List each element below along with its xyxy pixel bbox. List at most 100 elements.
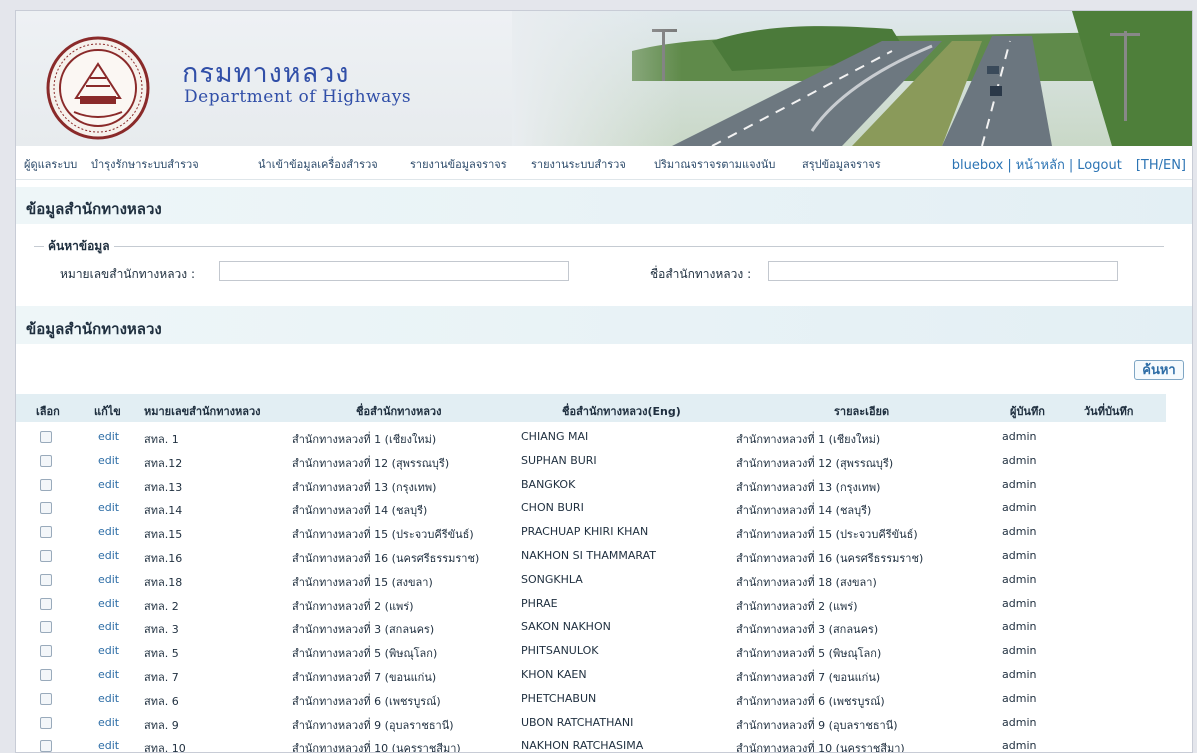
office-code-cell: สทล. 9	[144, 718, 179, 732]
office-code-cell: สทล. 2	[144, 599, 179, 613]
office-name-en-cell: UBON RATCHATHANI	[521, 715, 634, 729]
row-select-checkbox[interactable]	[40, 478, 52, 491]
office-code-cell: สทล.14	[144, 504, 183, 518]
detail-cell: สำนักทางหลวงที่ 16 (นครศรีธรรมราช)	[736, 552, 924, 565]
nav-item-admin[interactable]: ผู้ดูแลระบบ	[24, 155, 77, 173]
table-row: edit สทล.12 สำนักทางหลวงที่ 12 (สุพรรณบุรี…	[16, 449, 1166, 472]
office-name-cell: สำนักทางหลวงที่ 1 (เชียงใหม่)	[292, 433, 437, 446]
row-select-checkbox[interactable]	[40, 597, 52, 610]
recorder-cell: admin	[1002, 572, 1037, 586]
office-name-en-cell: PHITSANULOK	[521, 644, 599, 658]
table-row: edit สทล.15 สำนักทางหลวงที่ 15 (ประจวบคีรี…	[16, 520, 1166, 543]
detail-cell: สำนักทางหลวงที่ 18 (สงขลา)	[736, 575, 877, 589]
logout-link[interactable]: Logout	[1077, 158, 1122, 173]
edit-link[interactable]: edit	[98, 644, 119, 657]
user-links: bluebox | หน้าหลัก | Logout [TH/EN]	[952, 154, 1186, 175]
detail-cell: สำนักทางหลวงที่ 12 (สุพรรณบุรี)	[736, 456, 894, 470]
table-row: edit สทล. 6 สำนักทางหลวงที่ 6 (เพชรบูรณ์) P…	[16, 687, 1166, 710]
recorder-cell: admin	[1002, 525, 1037, 539]
table-row: edit สทล. 9 สำนักทางหลวงที่ 9 (อุบลราชธานี…	[16, 711, 1166, 734]
table-row: edit สทล. 7 สำนักทางหลวงที่ 7 (ขอนแก่น) KHO…	[16, 663, 1166, 686]
office-name-cell: สำนักทางหลวงที่ 3 (สกลนคร)	[292, 623, 435, 637]
edit-link[interactable]: edit	[98, 549, 119, 562]
office-name-en-cell: PRACHUAP KHIRI KHAN	[521, 525, 649, 539]
list-section-header: ข้อมูลสำนักทางหลวง	[16, 306, 1192, 344]
row-select-checkbox[interactable]	[40, 573, 52, 586]
row-select-checkbox[interactable]	[40, 502, 52, 515]
office-name-cell: สำนักทางหลวงที่ 15 (ประจวบคีรีขันธ์)	[292, 528, 474, 542]
office-name-cell: สำนักทางหลวงที่ 12 (สุพรรณบุรี)	[292, 456, 450, 470]
office-code-input[interactable]	[219, 261, 569, 281]
edit-link[interactable]: edit	[98, 525, 119, 538]
brand-title-english: Department of Highways	[184, 87, 412, 107]
edit-link[interactable]: edit	[98, 430, 119, 443]
office-code-cell: สทล. 6	[144, 694, 179, 708]
home-link[interactable]: หน้าหลัก	[1016, 158, 1065, 173]
table-row: edit สทล.18 สำนักทางหลวงที่ 15 (สงขลา) SONG…	[16, 568, 1166, 591]
office-name-cell: สำนักทางหลวงที่ 9 (อุบลราชธานี)	[292, 718, 454, 732]
row-select-checkbox[interactable]	[40, 669, 52, 681]
detail-cell: สำนักทางหลวงที่ 14 (ชลบุรี)	[736, 504, 872, 518]
separator: |	[1068, 158, 1074, 173]
office-name-en-cell: PHETCHABUN	[521, 691, 597, 705]
detail-cell: สำนักทางหลวงที่ 2 (แพร่)	[736, 599, 858, 613]
edit-link[interactable]: edit	[98, 739, 119, 752]
office-code-cell: สทล. 1	[144, 433, 179, 446]
search-button[interactable]: ค้นหา	[1134, 360, 1184, 380]
detail-cell: สำนักทางหลวงที่ 9 (อุบลราชธานี)	[736, 718, 898, 732]
office-name-en-cell: SONGKHLA	[521, 572, 583, 586]
nav-item-survey-report[interactable]: รายงานระบบสำรวจ	[531, 155, 626, 173]
office-name-en-cell: BANGKOK	[521, 477, 576, 491]
table-row: edit สทล.14 สำนักทางหลวงที่ 14 (ชลบุรี) CHO…	[16, 496, 1166, 519]
edit-link[interactable]: edit	[98, 692, 119, 705]
table-header-row: เลือก แก้ไข หมายเลขสำนักทางหลวง ชื่อสำนั…	[16, 394, 1166, 422]
nav-item-traffic-report[interactable]: รายงานข้อมูลจราจร	[410, 155, 507, 173]
nav-item-import[interactable]: นำเข้าข้อมูลเครื่องสำรวจ	[258, 155, 378, 173]
edit-link[interactable]: edit	[98, 620, 119, 633]
row-select-checkbox[interactable]	[40, 431, 52, 443]
table-row: edit สทล. 10 สำนักทางหลวงที่ 10 (นครราชสีม…	[16, 734, 1166, 753]
detail-cell: สำนักทางหลวงที่ 1 (เชียงใหม่)	[736, 433, 881, 446]
column-header-edit: แก้ไข	[94, 405, 121, 418]
edit-link[interactable]: edit	[98, 597, 119, 610]
username-link[interactable]: bluebox	[952, 158, 1004, 173]
nav-item-traffic-summary[interactable]: สรุปข้อมูลจราจร	[802, 155, 881, 173]
office-name-en-cell: CHIANG MAI	[521, 430, 589, 443]
edit-link[interactable]: edit	[98, 668, 119, 681]
recorder-cell: admin	[1002, 549, 1037, 562]
nav-item-maintenance[interactable]: บำรุงรักษาระบบสำรวจ	[91, 155, 199, 173]
row-select-checkbox[interactable]	[40, 550, 52, 562]
nav-item-traffic-volume[interactable]: ปริมาณจราจรตามแจงนับ	[654, 155, 775, 173]
table-row: edit สทล. 5 สำนักทางหลวงที่ 5 (พิษณุโลก) PH…	[16, 639, 1166, 662]
edit-link[interactable]: edit	[98, 454, 119, 467]
column-header-recorder: ผู้บันทึก	[1010, 405, 1045, 418]
edit-link[interactable]: edit	[98, 573, 119, 586]
row-select-checkbox[interactable]	[40, 692, 52, 705]
row-select-checkbox[interactable]	[40, 621, 52, 634]
main-nav: ผู้ดูแลระบบ บำรุงรักษาระบบสำรวจ นำเข้าข้…	[16, 146, 1192, 180]
office-name-cell: สำนักทางหลวงที่ 5 (พิษณุโลก)	[292, 647, 438, 661]
language-toggle[interactable]: [TH/EN]	[1122, 158, 1186, 173]
row-select-checkbox[interactable]	[40, 454, 52, 467]
office-code-cell: สทล.12	[144, 456, 183, 470]
detail-cell: สำนักทางหลวงที่ 6 (เพชรบูรณ์)	[736, 694, 885, 708]
office-name-en-cell: KHON KAEN	[521, 668, 587, 681]
detail-cell: สำนักทางหลวงที่ 13 (กรุงเทพ)	[736, 480, 881, 494]
office-name-en-cell: NAKHON RATCHASIMA	[521, 739, 644, 753]
row-select-checkbox[interactable]	[40, 716, 52, 729]
column-header-office-code: หมายเลขสำนักทางหลวง	[144, 405, 261, 418]
row-select-checkbox[interactable]	[40, 526, 52, 539]
edit-link[interactable]: edit	[98, 501, 119, 514]
row-select-checkbox[interactable]	[40, 645, 52, 658]
office-name-input[interactable]	[768, 261, 1118, 281]
office-name-cell: สำนักทางหลวงที่ 2 (แพร่)	[292, 599, 414, 613]
office-code-cell: สทล.13	[144, 480, 183, 494]
separator: |	[1007, 158, 1012, 173]
office-name-cell: สำนักทางหลวงที่ 13 (กรุงเทพ)	[292, 480, 437, 494]
recorder-cell: admin	[1002, 644, 1037, 658]
highway-photo	[512, 11, 1192, 146]
search-legend: ค้นหาข้อมูล	[44, 237, 114, 256]
edit-link[interactable]: edit	[98, 716, 119, 729]
header-banner: กรมทางหลวง Department of Highways	[16, 11, 1192, 146]
edit-link[interactable]: edit	[98, 478, 119, 491]
